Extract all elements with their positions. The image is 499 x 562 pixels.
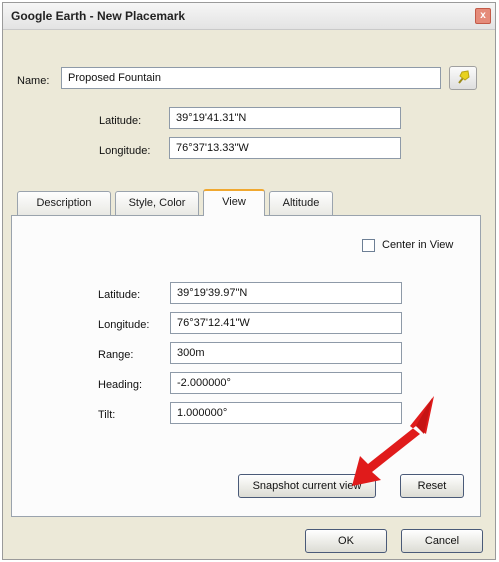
range-label: Range: (98, 349, 134, 361)
view-latitude-label: Latitude: (98, 289, 141, 301)
tab-altitude[interactable]: Altitude (269, 191, 333, 215)
tab-view[interactable]: View (203, 189, 265, 216)
longitude-label: Longitude: (99, 145, 151, 157)
ok-button[interactable]: OK (305, 529, 387, 553)
longitude-input[interactable]: 76°37'13.33"W (169, 137, 401, 159)
center-in-view-label: Center in View (382, 239, 454, 251)
tab-style-color[interactable]: Style, Color (115, 191, 199, 215)
pushpin-icon (458, 70, 470, 84)
center-in-view-checkbox[interactable] (362, 239, 375, 252)
cancel-button[interactable]: Cancel (401, 529, 483, 553)
red-arrow-annotation (352, 396, 434, 486)
tab-description[interactable]: Description (17, 191, 111, 215)
name-input[interactable]: Proposed Fountain (61, 67, 441, 89)
view-longitude-input[interactable]: 76°37'12.41"W (170, 312, 402, 334)
name-label: Name: (17, 75, 50, 87)
range-input[interactable]: 300m (170, 342, 402, 364)
latitude-input[interactable]: 39°19'41.31"N (169, 107, 401, 129)
arrow-shape (352, 396, 434, 486)
tilt-label: Tilt: (98, 409, 116, 421)
window-title: Google Earth - New Placemark (11, 9, 186, 23)
latitude-label: Latitude: (99, 115, 142, 127)
view-latitude-input[interactable]: 39°19'39.97"N (170, 282, 402, 304)
title-bar: Google Earth - New Placemark x (3, 3, 495, 30)
view-longitude-label: Longitude: (98, 319, 150, 331)
heading-label: Heading: (98, 379, 143, 391)
close-icon[interactable]: x (475, 8, 491, 24)
pushpin-button[interactable] (449, 66, 477, 90)
